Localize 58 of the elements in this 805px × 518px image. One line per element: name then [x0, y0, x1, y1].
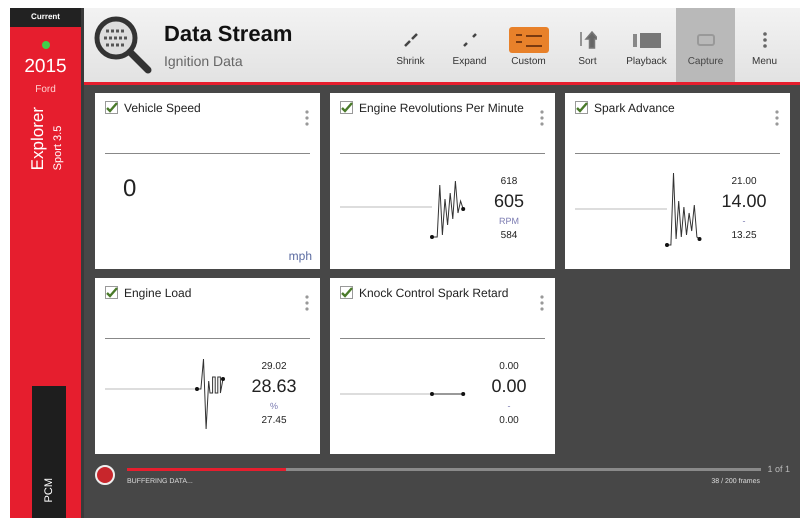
more-icon[interactable]: [774, 109, 780, 127]
checkbox[interactable]: [575, 101, 588, 114]
sort-icon: [578, 31, 596, 49]
vehicle-make: Ford: [35, 84, 56, 95]
module-button[interactable]: PCM: [32, 386, 66, 518]
checkbox[interactable]: [340, 286, 353, 299]
toolbar-button[interactable]: Playback: [617, 8, 676, 82]
max-value: 618: [500, 176, 518, 187]
reading-value: 0.00: [491, 376, 527, 397]
more-icon[interactable]: [304, 294, 310, 312]
status-light-icon: [40, 40, 50, 50]
card-title: Vehicle Speed: [124, 101, 202, 116]
toolbar-button[interactable]: Expand: [440, 8, 499, 82]
max-value: 21.00: [731, 176, 757, 187]
menu-icon: [762, 32, 766, 48]
vehicle-model: Explorer: [28, 107, 48, 170]
page-subtitle: Ignition Data: [164, 53, 244, 69]
camera-icon: [696, 34, 714, 46]
unit-label: -: [742, 216, 746, 226]
reading-value: 14.00: [721, 191, 767, 212]
toolbar-button[interactable]: Menu: [735, 8, 794, 82]
min-value: 27.45: [261, 415, 287, 426]
min-value: 584: [500, 230, 518, 241]
card-title: Engine Revolutions Per Minute: [359, 101, 525, 116]
more-icon[interactable]: [539, 109, 545, 127]
card-title: Engine Load: [124, 286, 192, 301]
reading-value: 0: [123, 174, 138, 202]
toolbar-button[interactable]: Custom: [499, 8, 558, 82]
vehicle-year: 2015: [24, 56, 67, 78]
min-value: 13.25: [731, 230, 757, 241]
vehicle-trim: Sport 3.5: [52, 124, 64, 170]
page-indicator: 1 of 1: [767, 464, 790, 474]
unit-label: -: [508, 401, 510, 411]
toolbar-button[interactable]: Shrink: [381, 8, 440, 82]
current-tab[interactable]: Current: [10, 8, 81, 27]
more-icon[interactable]: [539, 294, 545, 312]
shrink-icon: [404, 33, 418, 47]
min-value: 0.00: [499, 415, 519, 426]
video-camera-icon: [632, 32, 660, 48]
record-button[interactable]: [95, 464, 115, 484]
card-title: Knock Control Spark Retard: [359, 286, 510, 301]
checkbox[interactable]: [105, 286, 118, 299]
page-title: Data Stream: [164, 21, 292, 47]
expand-icon: [462, 33, 476, 47]
toolbar-button[interactable]: Sort: [558, 8, 617, 82]
card-title: Spark Advance: [594, 101, 676, 116]
max-value: 29.02: [261, 361, 287, 372]
checkbox[interactable]: [340, 101, 353, 114]
reading-value: 28.63: [251, 376, 297, 397]
max-value: 0.00: [499, 361, 519, 372]
unit-label: %: [270, 401, 278, 411]
magnifier-icon: [92, 14, 154, 76]
checkbox[interactable]: [105, 101, 118, 114]
list-icon: [514, 31, 544, 49]
unit-label: mph: [288, 249, 312, 263]
more-icon[interactable]: [304, 109, 310, 127]
unit-label: RPM: [499, 216, 519, 226]
reading-value: 605: [494, 191, 524, 212]
